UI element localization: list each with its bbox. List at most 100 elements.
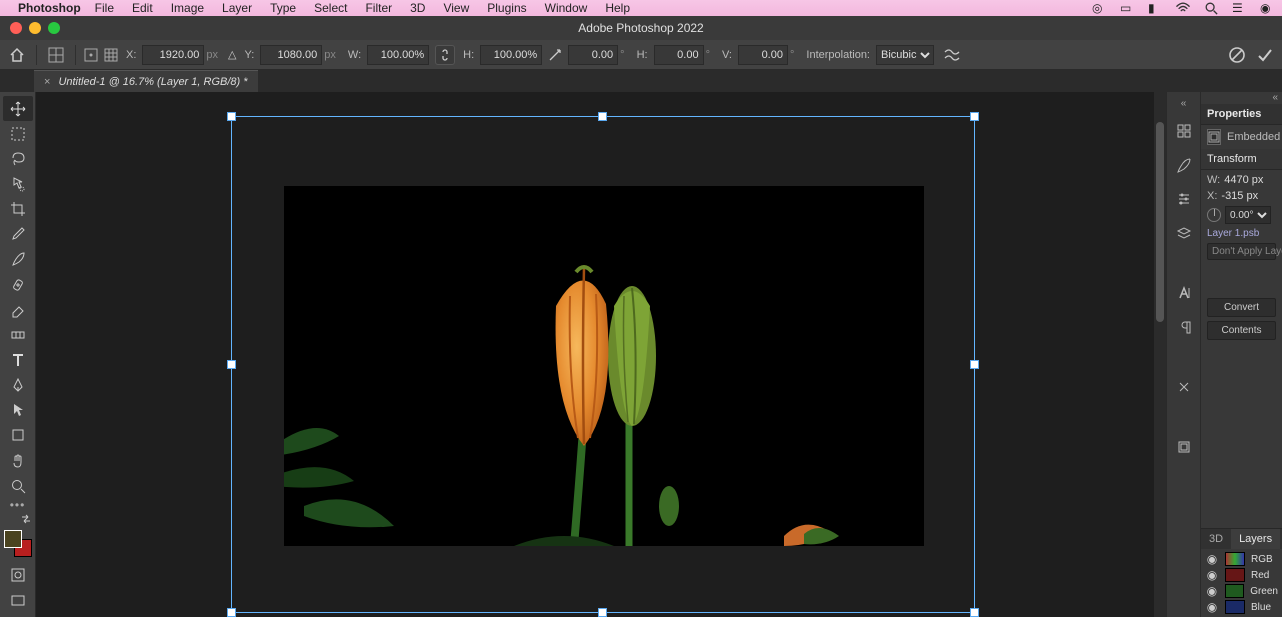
type-tool[interactable]	[3, 347, 33, 372]
minimize-window-button[interactable]	[29, 22, 41, 34]
photoshop-menu[interactable]: Photoshop	[18, 1, 81, 15]
y-input[interactable]	[260, 45, 322, 65]
menu-edit[interactable]: Edit	[132, 1, 153, 15]
tools-panel-icon[interactable]	[1173, 376, 1195, 398]
properties-panel-header[interactable]: Properties	[1201, 104, 1282, 125]
transform-handle-e[interactable]	[970, 360, 979, 369]
delta-icon[interactable]: △	[228, 48, 236, 61]
hand-tool[interactable]	[3, 448, 33, 473]
w-input[interactable]	[367, 45, 429, 65]
prop-w-value[interactable]: 4470 px	[1224, 174, 1263, 186]
fg-color-swatch[interactable]	[4, 530, 22, 548]
menu-layer[interactable]: Layer	[222, 1, 252, 15]
menu-plugins[interactable]: Plugins	[487, 1, 526, 15]
menu-file[interactable]: File	[95, 1, 114, 15]
document-tab[interactable]: × Untitled-1 @ 16.7% (Layer 1, RGB/8) *	[34, 70, 258, 92]
screen-mode-button[interactable]	[3, 588, 33, 613]
transform-handle-w[interactable]	[227, 360, 236, 369]
scrollbar-thumb[interactable]	[1156, 122, 1164, 322]
commit-transform-button[interactable]	[1254, 44, 1276, 66]
edit-toolbar-button[interactable]: •••	[10, 498, 26, 512]
transform-handle-sw[interactable]	[227, 608, 236, 617]
close-tab-button[interactable]: ×	[44, 76, 50, 88]
siri-icon[interactable]: ◉	[1260, 1, 1274, 15]
x-input[interactable]	[142, 45, 204, 65]
ref-point-icon[interactable]	[84, 48, 98, 62]
character-panel-icon[interactable]	[1173, 282, 1195, 304]
zoom-tool[interactable]	[3, 473, 33, 498]
wifi-icon[interactable]	[1176, 1, 1190, 15]
expand-dock-button[interactable]: «	[1181, 98, 1187, 108]
eraser-tool[interactable]	[3, 297, 33, 322]
collapse-panels-button[interactable]: «	[1201, 92, 1282, 104]
channel-row[interactable]: ◉ Green	[1201, 583, 1282, 599]
menu-view[interactable]: View	[443, 1, 469, 15]
h-input[interactable]	[480, 45, 542, 65]
menu-image[interactable]: Image	[171, 1, 204, 15]
eyedropper-tool[interactable]	[3, 222, 33, 247]
visibility-toggle[interactable]: ◉	[1205, 552, 1219, 566]
transform-handle-ne[interactable]	[970, 112, 979, 121]
quick-mask-button[interactable]	[3, 563, 33, 588]
path-select-tool[interactable]	[3, 398, 33, 423]
menu-select[interactable]: Select	[314, 1, 347, 15]
skew-v-input[interactable]	[738, 45, 788, 65]
zoom-window-button[interactable]	[48, 22, 60, 34]
fg-bg-swatches[interactable]	[4, 530, 32, 557]
visibility-toggle[interactable]: ◉	[1205, 600, 1219, 614]
tab-3d[interactable]: 3D	[1201, 529, 1231, 549]
grid-icon[interactable]	[104, 48, 118, 62]
menu-type[interactable]: Type	[270, 1, 296, 15]
menu-3d[interactable]: 3D	[410, 1, 425, 15]
close-window-button[interactable]	[10, 22, 22, 34]
crop-tool[interactable]	[3, 197, 33, 222]
brushes-panel-icon[interactable]	[1173, 154, 1195, 176]
document-canvas[interactable]	[36, 92, 1166, 617]
paragraph-panel-icon[interactable]	[1173, 316, 1195, 338]
record-icon[interactable]: ◎	[1092, 1, 1106, 15]
transform-reference-icon[interactable]	[45, 44, 67, 66]
pen-tool[interactable]	[3, 373, 33, 398]
rotate-input[interactable]	[568, 45, 618, 65]
angle-dial[interactable]	[1207, 208, 1221, 222]
transform-handle-s[interactable]	[598, 608, 607, 617]
brush-tool[interactable]	[3, 247, 33, 272]
quick-select-tool[interactable]	[3, 171, 33, 196]
channel-row[interactable]: ◉ Red	[1201, 567, 1282, 583]
healing-tool[interactable]	[3, 272, 33, 297]
control-center-icon[interactable]: ☰	[1232, 1, 1246, 15]
history-panel-icon[interactable]	[1173, 120, 1195, 142]
transform-handle-nw[interactable]	[227, 112, 236, 121]
channel-row[interactable]: ◉ Blue	[1201, 599, 1282, 615]
lasso-tool[interactable]	[3, 146, 33, 171]
cancel-transform-button[interactable]	[1226, 44, 1248, 66]
layers-panel-icon[interactable]	[1173, 222, 1195, 244]
dont-apply-button[interactable]: Don't Apply Layer Comp	[1207, 243, 1276, 260]
adjustments-panel-icon[interactable]	[1173, 188, 1195, 210]
battery-icon[interactable]: ▮	[1148, 1, 1162, 15]
canvas-vertical-scrollbar[interactable]	[1154, 92, 1166, 617]
interpolation-select[interactable]: Bicubic	[876, 45, 934, 65]
search-icon[interactable]	[1204, 1, 1218, 15]
tab-layers[interactable]: Layers	[1231, 529, 1280, 549]
angle-select[interactable]: 0.00°	[1225, 206, 1271, 224]
fg-bg-swap-icon[interactable]	[19, 512, 33, 526]
channel-row[interactable]: ◉ RGB	[1201, 551, 1282, 567]
warp-icon[interactable]	[944, 48, 960, 62]
gradient-tool[interactable]	[3, 322, 33, 347]
menu-filter[interactable]: Filter	[365, 1, 392, 15]
prop-x-value[interactable]: -315 px	[1221, 190, 1258, 202]
rect-marquee-tool[interactable]	[3, 121, 33, 146]
shape-tool[interactable]	[3, 423, 33, 448]
home-button[interactable]	[6, 44, 28, 66]
artboards-panel-icon[interactable]	[1173, 436, 1195, 458]
visibility-toggle[interactable]: ◉	[1205, 568, 1219, 582]
visibility-toggle[interactable]: ◉	[1205, 584, 1219, 598]
contents-button[interactable]: Contents	[1207, 321, 1276, 340]
skew-h-input[interactable]	[654, 45, 704, 65]
move-tool[interactable]	[3, 96, 33, 121]
transform-handle-n[interactable]	[598, 112, 607, 121]
menu-window[interactable]: Window	[545, 1, 588, 15]
convert-button[interactable]: Convert	[1207, 298, 1276, 317]
linked-file-name[interactable]: Layer 1.psb	[1207, 228, 1276, 239]
